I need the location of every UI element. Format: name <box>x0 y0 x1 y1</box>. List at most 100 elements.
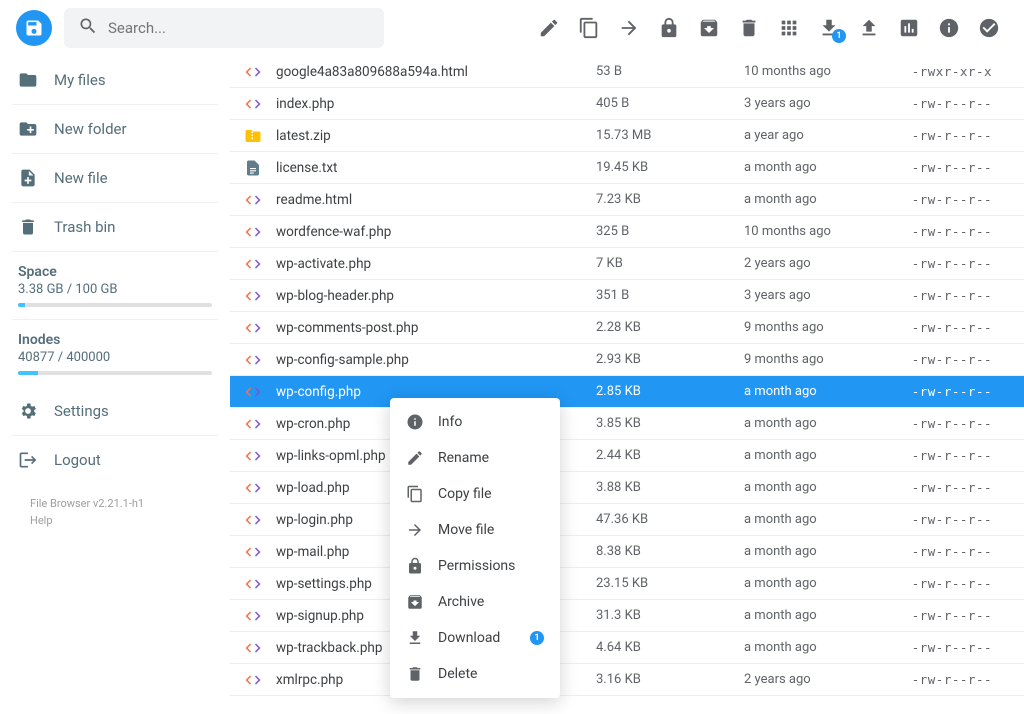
lock-icon[interactable] <box>658 17 680 39</box>
ctx-info[interactable]: Info <box>390 404 560 440</box>
ctx-lock[interactable]: Permissions <box>390 548 560 584</box>
file-perm: -rw-r--r-- <box>884 512 992 527</box>
app-logo[interactable] <box>16 10 52 46</box>
ctx-copy[interactable]: Copy file <box>390 476 560 512</box>
file-name: wp-comments-post.php <box>276 320 596 336</box>
code-icon <box>230 543 276 561</box>
file-date: 2 years ago <box>744 256 884 271</box>
file-row[interactable]: wp-config.php2.85 KBa month ago-rw-r--r-… <box>230 376 1024 408</box>
file-perm: -rw-r--r-- <box>884 416 992 431</box>
file-size: 2.28 KB <box>596 320 744 335</box>
nav-logout[interactable]: Logout <box>12 435 218 484</box>
file-row[interactable]: wp-settings.php23.15 KBa month ago-rw-r-… <box>230 568 1024 600</box>
file-row[interactable]: wp-cron.php3.85 KBa month ago-rw-r--r-- <box>230 408 1024 440</box>
file-row[interactable]: latest.zip15.73 MBa year ago-rw-r--r-- <box>230 120 1024 152</box>
nav-trash[interactable]: Trash bin <box>12 202 218 251</box>
nav-label: Trash bin <box>54 218 115 236</box>
file-perm: -rw-r--r-- <box>884 288 992 303</box>
file-row[interactable]: wp-links-opml.php2.44 KBa month ago-rw-r… <box>230 440 1024 472</box>
search-box[interactable] <box>64 8 384 48</box>
file-row[interactable]: xmlrpc.php3.16 KB2 years ago-rw-r--r-- <box>230 664 1024 696</box>
ctx-move[interactable]: Move file <box>390 512 560 548</box>
file-name: index.php <box>276 96 596 112</box>
file-perm: -rw-r--r-- <box>884 192 992 207</box>
file-size: 7 KB <box>596 256 744 271</box>
file-row[interactable]: wordfence-waf.php325 B10 months ago-rw-r… <box>230 216 1024 248</box>
file-row[interactable]: google4a83a809688a594a.html53 B10 months… <box>230 56 1024 88</box>
version-text[interactable]: File Browser v2.21.1-h1 <box>30 496 200 513</box>
file-perm: -rw-r--r-- <box>884 256 992 271</box>
grid-icon[interactable] <box>778 17 800 39</box>
file-row[interactable]: wp-activate.php7 KB2 years ago-rw-r--r-- <box>230 248 1024 280</box>
code-icon <box>230 607 276 625</box>
file-row[interactable]: wp-mail.php8.38 KBa month ago-rw-r--r-- <box>230 536 1024 568</box>
code-icon <box>230 415 276 433</box>
ctx-edit[interactable]: Rename <box>390 440 560 476</box>
info-icon[interactable] <box>938 17 960 39</box>
file-size: 7.23 KB <box>596 192 744 207</box>
ctx-label: Rename <box>438 450 489 466</box>
file-name: readme.html <box>276 192 596 208</box>
file-row[interactable]: wp-load.php3.88 KBa month ago-rw-r--r-- <box>230 472 1024 504</box>
chart-icon[interactable] <box>898 17 920 39</box>
code-icon <box>230 191 276 209</box>
file-date: a month ago <box>744 416 884 431</box>
ctx-trash[interactable]: Delete <box>390 656 560 692</box>
help-link[interactable]: Help <box>30 513 200 530</box>
file-date: a month ago <box>744 384 884 399</box>
nav-settings[interactable]: Settings <box>12 387 218 435</box>
context-menu: Info Rename Copy fileMove file Permissions A… <box>390 398 560 698</box>
file-size: 3.85 KB <box>596 416 744 431</box>
file-date: a month ago <box>744 640 884 655</box>
nav-create-folder[interactable]: New folder <box>12 104 218 153</box>
ctx-label: Info <box>438 414 462 430</box>
file-perm: -rw-r--r-- <box>884 352 992 367</box>
trash-icon[interactable] <box>738 17 760 39</box>
file-row[interactable]: license.txt19.45 KBa month ago-rw-r--r-- <box>230 152 1024 184</box>
check-icon[interactable] <box>978 17 1000 39</box>
file-date: 9 months ago <box>744 320 884 335</box>
nav-create-file[interactable]: New file <box>12 153 218 202</box>
file-row[interactable]: readme.html7.23 KBa month ago-rw-r--r-- <box>230 184 1024 216</box>
file-size: 53 B <box>596 64 744 79</box>
nav-label: New file <box>54 169 108 187</box>
code-icon <box>230 671 276 689</box>
copy-icon[interactable] <box>578 17 600 39</box>
code-icon <box>230 63 276 81</box>
file-row[interactable]: wp-config-sample.php2.93 KB9 months ago-… <box>230 344 1024 376</box>
search-icon <box>78 16 98 40</box>
ctx-archive[interactable]: Archive <box>390 584 560 620</box>
edit-icon[interactable] <box>538 17 560 39</box>
ctx-label: Permissions <box>438 558 515 574</box>
file-date: a month ago <box>744 448 884 463</box>
ctx-badge: 1 <box>530 631 544 645</box>
stat-space: Space3.38 GB / 100 GB <box>12 251 218 319</box>
ctx-download[interactable]: Download1 <box>390 620 560 656</box>
file-size: 31.3 KB <box>596 608 744 623</box>
code-icon <box>230 255 276 273</box>
file-perm: -rw-r--r-- <box>884 448 992 463</box>
file-date: a month ago <box>744 160 884 175</box>
file-row[interactable]: index.php405 B3 years ago-rw-r--r-- <box>230 88 1024 120</box>
sidebar: My files New folder New file Trash bin Spac… <box>0 56 230 714</box>
upload-icon[interactable] <box>858 17 880 39</box>
nav-label: New folder <box>54 120 127 138</box>
download-icon[interactable]: 1 <box>818 17 840 39</box>
file-row[interactable]: wp-login.php47.36 KBa month ago-rw-r--r-… <box>230 504 1024 536</box>
code-icon <box>230 319 276 337</box>
nav-folder[interactable]: My files <box>12 56 218 104</box>
code-icon <box>230 639 276 657</box>
file-row[interactable]: wp-trackback.php4.64 KBa month ago-rw-r-… <box>230 632 1024 664</box>
file-date: 10 months ago <box>744 224 884 239</box>
archive-icon[interactable] <box>698 17 720 39</box>
file-row[interactable]: wp-blog-header.php351 B3 years ago-rw-r-… <box>230 280 1024 312</box>
file-date: a month ago <box>744 608 884 623</box>
code-icon <box>230 511 276 529</box>
file-perm: -rw-r--r-- <box>884 480 992 495</box>
file-perm: -rw-r--r-- <box>884 96 992 111</box>
move-icon[interactable] <box>618 17 640 39</box>
file-perm: -rwxr-xr-x <box>884 64 992 79</box>
search-input[interactable] <box>108 19 370 37</box>
file-row[interactable]: wp-comments-post.php2.28 KB9 months ago-… <box>230 312 1024 344</box>
file-row[interactable]: wp-signup.php31.3 KBa month ago-rw-r--r-… <box>230 600 1024 632</box>
